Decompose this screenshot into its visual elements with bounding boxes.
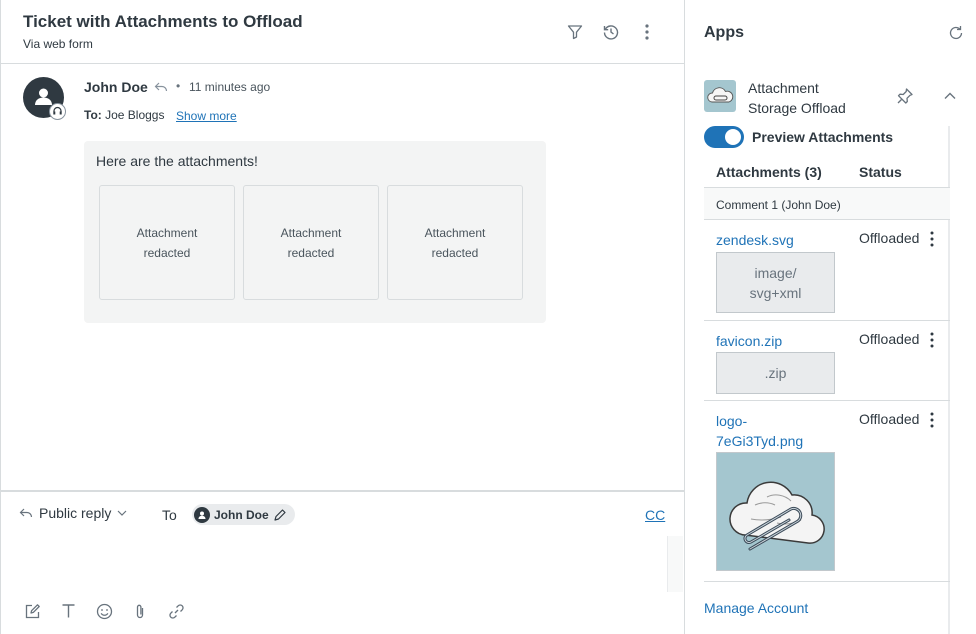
manage-account-link[interactable]: Manage Account: [704, 600, 808, 616]
table-row: favicon.zip Offloaded .zip: [704, 321, 950, 401]
edit-pencil-icon[interactable]: [273, 508, 287, 522]
row-menu-icon[interactable]: [928, 331, 936, 349]
reply-icon: [19, 508, 33, 518]
file-status: Offloaded: [859, 230, 920, 246]
composer-toolbar: [21, 600, 187, 622]
chevron-up-icon[interactable]: [940, 86, 960, 106]
file-preview[interactable]: .zip: [716, 352, 835, 394]
app-content: Preview Attachments Attachments (3) Stat…: [704, 126, 950, 634]
app-name: Attachment Storage Offload: [748, 80, 846, 116]
comment-group-row: Comment 1 (John Doe): [704, 188, 950, 220]
attachments-table-header: Attachments (3) Status: [704, 156, 950, 188]
composer-to-label: To: [162, 507, 177, 523]
file-preview[interactable]: image/ svg+xml: [716, 252, 835, 313]
app-logo-icon: [704, 80, 736, 112]
to-label: To:: [84, 108, 102, 122]
compose-icon[interactable]: [21, 600, 43, 622]
file-link[interactable]: favicon.zip: [716, 331, 816, 351]
column-attachments: Attachments (3): [716, 164, 822, 180]
preview-attachments-label: Preview Attachments: [752, 129, 894, 145]
recipient-pill[interactable]: John Doe: [192, 504, 295, 525]
file-link[interactable]: logo-7eGi3Tyd.png: [716, 411, 816, 451]
ticket-header: Ticket with Attachments to Offload Via w…: [1, 0, 685, 64]
cc-link[interactable]: CC: [645, 507, 665, 523]
apps-title: Apps: [704, 24, 744, 41]
message-timestamp: 11 minutes ago: [189, 80, 271, 94]
apps-panel: Apps Attachment Storage Offload Preview …: [685, 0, 976, 634]
table-row: logo-7eGi3Tyd.png Offloaded: [704, 401, 950, 582]
recipient-line: To: Joe Bloggs: [84, 108, 164, 122]
row-menu-icon[interactable]: [928, 411, 936, 429]
emoji-icon[interactable]: [93, 600, 115, 622]
file-status: Offloaded: [859, 411, 920, 427]
link-icon[interactable]: [165, 600, 187, 622]
message-text: Here are the attachments!: [96, 153, 258, 169]
attachment-card[interactable]: Attachment redacted: [243, 185, 379, 300]
message-body: Here are the attachments! Attachment red…: [84, 141, 546, 323]
image-preview[interactable]: [716, 452, 835, 571]
ticket-pane: Ticket with Attachments to Offload Via w…: [0, 0, 685, 634]
attachment-card[interactable]: Attachment redacted: [387, 185, 523, 300]
column-status: Status: [859, 164, 902, 180]
reply-icon: [154, 80, 168, 96]
row-menu-icon[interactable]: [928, 230, 936, 248]
attachment-card[interactable]: Attachment redacted: [99, 185, 235, 300]
user-icon: [194, 506, 210, 523]
reply-composer: Public reply To John Doe CC: [1, 490, 685, 634]
cloud-paperclip-icon: [717, 453, 834, 570]
toggle-knob: [725, 129, 741, 145]
agent-badge-icon: [49, 103, 66, 120]
meta-separator: •: [176, 79, 181, 93]
chevron-down-icon: [117, 510, 127, 516]
comment-group-label: Comment 1 (John Doe): [716, 198, 841, 212]
filter-icon[interactable]: [563, 20, 587, 44]
preview-attachments-toggle[interactable]: [704, 126, 744, 148]
show-more-link[interactable]: Show more: [176, 109, 237, 123]
ticket-title: Ticket with Attachments to Offload: [23, 12, 303, 31]
ticket-subtitle: Via web form: [23, 37, 93, 51]
refresh-icon[interactable]: [947, 24, 965, 42]
more-options-icon[interactable]: [635, 20, 659, 44]
table-row: zendesk.svg Offloaded image/ svg+xml: [704, 220, 950, 321]
file-status: Offloaded: [859, 331, 920, 347]
attachment-icon[interactable]: [129, 600, 151, 622]
to-name: Joe Bloggs: [105, 108, 165, 122]
message-author: John Doe: [84, 79, 148, 95]
file-link[interactable]: zendesk.svg: [716, 230, 816, 250]
composer-scrollbar[interactable]: [667, 536, 683, 592]
recipient-name: John Doe: [214, 507, 269, 522]
pin-icon[interactable]: [895, 86, 915, 106]
reply-type-label: Public reply: [39, 505, 112, 521]
history-icon[interactable]: [599, 20, 623, 44]
text-format-icon[interactable]: [57, 600, 79, 622]
reply-type-dropdown[interactable]: Public reply: [19, 505, 127, 521]
